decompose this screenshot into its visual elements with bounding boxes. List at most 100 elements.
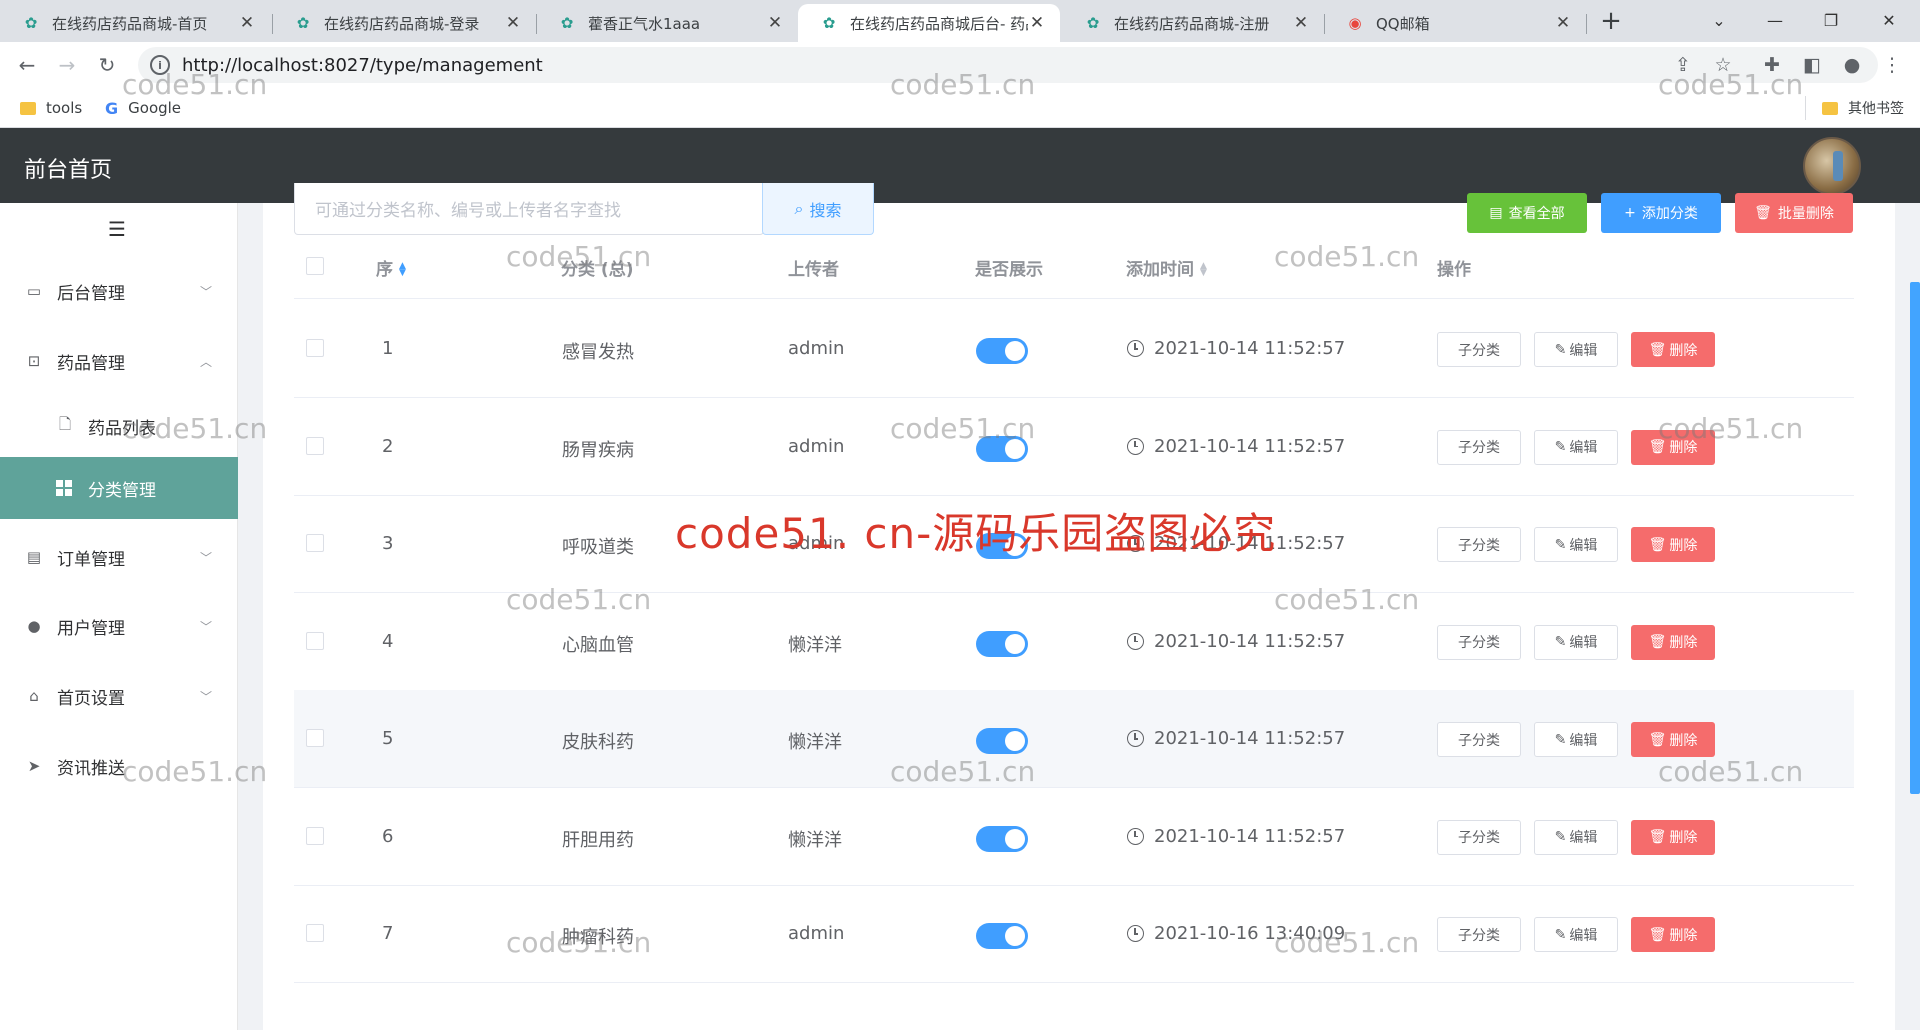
sidebar-item-orders[interactable]: ▤ 订单管理 ﹀ xyxy=(0,529,238,585)
sidebar-item-label: 药品管理 xyxy=(57,353,125,374)
sidebar-item-news-push[interactable]: ➤ 资讯推送 xyxy=(0,738,238,794)
search-input[interactable]: 可通过分类名称、编号或上传者名字查找 xyxy=(294,183,764,235)
table-row[interactable]: 1 感冒发热 admin 2021-10-14 11:52:57 子分类 ✎ 编辑 🗑 删除 xyxy=(294,300,1854,398)
menu-collapse-icon[interactable]: ☰ xyxy=(108,217,126,241)
row-uploader: 懒洋洋 xyxy=(788,732,842,753)
close-window-icon[interactable]: ✕ xyxy=(1866,0,1912,40)
delete-button[interactable]: 🗑 删除 xyxy=(1631,332,1715,367)
more-menu-icon[interactable]: ⋮ xyxy=(1877,50,1907,80)
close-tab-icon[interactable]: ✕ xyxy=(1028,13,1046,33)
add-category-button[interactable]: + 添加分类 xyxy=(1601,193,1721,233)
delete-button[interactable]: 🗑 删除 xyxy=(1631,429,1715,465)
row-checkbox[interactable] xyxy=(306,729,324,747)
trash-icon: 🗑 xyxy=(1648,341,1667,358)
browser-tab[interactable]: ✿ 在线药店药品商城-首页 ✕ xyxy=(0,4,270,42)
close-tab-icon[interactable]: ✕ xyxy=(504,13,522,33)
table-row[interactable]: 7 肿瘤科药 admin 2021-10-16 13:40:09 子分类 ✎ 编辑 🗑 删除 xyxy=(294,885,1854,983)
edit-button[interactable]: ✎ 编辑 xyxy=(1534,527,1618,562)
profile-icon[interactable]: ● xyxy=(1837,50,1867,80)
batch-delete-button[interactable]: 🗑 批量删除 xyxy=(1735,193,1853,233)
close-tab-icon[interactable]: ✕ xyxy=(238,13,256,33)
row-checkbox[interactable] xyxy=(306,534,324,552)
forward-icon[interactable]: → xyxy=(52,50,82,80)
plus-icon: + xyxy=(1624,205,1636,221)
sidebar-item-medicine-list[interactable]: 🗋 药品列表 xyxy=(0,398,238,454)
browser-tab[interactable]: ✿ 在线药店药品商城-登录 ✕ xyxy=(272,4,536,42)
share-icon[interactable]: ⇪ xyxy=(1668,50,1698,80)
table-row[interactable]: 6 肝胆用药 懒洋洋 2021-10-14 11:52:57 子分类 ✎ 编辑 🗑 删除 xyxy=(294,788,1854,886)
search-button[interactable]: ⌕ 搜索 xyxy=(762,183,874,235)
sidebar-item-category[interactable]: 分类管理 xyxy=(0,457,238,519)
sub-category-button[interactable]: 子分类 xyxy=(1437,722,1521,757)
close-tab-icon[interactable]: ✕ xyxy=(1554,13,1572,33)
row-checkbox[interactable] xyxy=(306,631,324,650)
table-row[interactable]: 2 肠胃疾病 admin 2021-10-14 11:52:57 子分类 ✎ 编辑 🗑 删除 xyxy=(294,398,1854,496)
edit-button[interactable]: ✎ 编辑 xyxy=(1534,429,1618,465)
scrollbar[interactable] xyxy=(1910,282,1920,794)
sort-icon[interactable]: ▲ ▼ xyxy=(399,262,411,278)
extensions-icon[interactable]: ✚ xyxy=(1757,50,1787,80)
address-bar[interactable]: i http://localhost:8027/type/management xyxy=(138,47,1878,83)
edit-button[interactable]: ✎ 编辑 xyxy=(1534,819,1618,855)
sidebar-item-home-settings[interactable]: ⌂ 首页设置 ﹀ xyxy=(0,668,238,724)
bookmark-tools[interactable]: tools xyxy=(20,96,82,120)
browser-tab-active[interactable]: ✿ 在线药店药品商城后台- 药品 ✕ xyxy=(798,4,1060,42)
delete-button[interactable]: 🗑 删除 xyxy=(1631,819,1715,855)
site-info-icon[interactable]: i xyxy=(150,55,170,75)
delete-button[interactable]: 🗑 删除 xyxy=(1631,722,1715,757)
delete-button[interactable]: 🗑 删除 xyxy=(1631,527,1715,562)
reload-icon[interactable]: ↻ xyxy=(92,50,122,80)
show-toggle[interactable] xyxy=(976,923,1028,949)
other-bookmarks[interactable]: 其他书签 xyxy=(1822,96,1904,120)
sub-category-button[interactable]: 子分类 xyxy=(1437,624,1521,660)
edit-button[interactable]: ✎ 编辑 xyxy=(1534,332,1618,367)
close-tab-icon[interactable]: ✕ xyxy=(766,13,784,33)
sidebar-item-admin[interactable]: ▭ 后台管理 ﹀ xyxy=(0,263,238,319)
home-link[interactable]: 前台首页 xyxy=(24,152,112,184)
column-index[interactable]: 序 ▲ ▼ xyxy=(376,255,411,280)
sub-category-button[interactable]: 子分类 xyxy=(1437,917,1521,952)
sidebar-item-medicine[interactable]: ⊡ 药品管理 ︿ xyxy=(0,333,238,389)
tab-search-icon[interactable]: ⌄ xyxy=(1696,0,1742,40)
select-all-checkbox[interactable] xyxy=(306,257,324,275)
new-tab-button[interactable]: + xyxy=(1596,6,1626,36)
show-toggle[interactable] xyxy=(976,630,1028,657)
show-toggle[interactable] xyxy=(976,728,1028,754)
show-toggle[interactable] xyxy=(976,338,1028,364)
sub-category-button[interactable]: 子分类 xyxy=(1437,429,1521,465)
delete-button[interactable]: 🗑 删除 xyxy=(1631,624,1715,660)
browser-tab[interactable]: ✿ 藿香正气水1aaa ✕ xyxy=(536,4,798,42)
bookmark-google[interactable]: G Google xyxy=(105,96,181,120)
minimize-icon[interactable]: — xyxy=(1752,0,1798,40)
content-panel: 可通过分类名称、编号或上传者名字查找 ⌕ 搜索 ▤ 查看全部 + 添加分类 🗑 … xyxy=(263,183,1895,1030)
table-row[interactable]: 4 心脑血管 懒洋洋 2021-10-14 11:52:57 子分类 ✎ 编辑 🗑 删除 xyxy=(294,593,1854,691)
show-toggle[interactable] xyxy=(976,435,1028,462)
browser-tab[interactable]: ✿ 在线药店药品商城-注册 ✕ xyxy=(1062,4,1324,42)
column-time[interactable]: 添加时间 ▲ ▼ xyxy=(1126,255,1212,280)
browser-tab[interactable]: ◉ QQ邮箱 ✕ xyxy=(1324,4,1586,42)
delete-button[interactable]: 🗑 删除 xyxy=(1631,917,1715,952)
show-toggle[interactable] xyxy=(976,825,1028,852)
row-checkbox[interactable] xyxy=(306,826,324,845)
sub-category-button[interactable]: 子分类 xyxy=(1437,819,1521,855)
view-all-button[interactable]: ▤ 查看全部 xyxy=(1467,193,1587,233)
edit-button[interactable]: ✎ 编辑 xyxy=(1534,917,1618,952)
sort-icon[interactable]: ▲ ▼ xyxy=(1200,262,1212,278)
edit-button[interactable]: ✎ 编辑 xyxy=(1534,722,1618,757)
bookmark-star-icon[interactable]: ☆ xyxy=(1708,50,1738,80)
edit-button[interactable]: ✎ 编辑 xyxy=(1534,624,1618,660)
sub-category-button[interactable]: 子分类 xyxy=(1437,527,1521,562)
restore-icon[interactable]: ❐ xyxy=(1808,0,1854,40)
table-row[interactable]: 5 皮肤科药 懒洋洋 2021-10-14 11:52:57 子分类 ✎ 编辑 🗑 删除 xyxy=(294,690,1854,788)
row-checkbox[interactable] xyxy=(306,924,324,942)
site-favicon-icon: ✿ xyxy=(296,14,310,32)
side-panel-icon[interactable]: ◧ xyxy=(1797,50,1827,80)
sidebar-item-users[interactable]: ● 用户管理 ﹀ xyxy=(0,598,238,654)
back-icon[interactable]: ← xyxy=(12,50,42,80)
sub-category-button[interactable]: 子分类 xyxy=(1437,332,1521,367)
bookmark-divider xyxy=(1805,96,1806,120)
close-tab-icon[interactable]: ✕ xyxy=(1292,13,1310,33)
row-checkbox[interactable] xyxy=(306,339,324,357)
row-checkbox[interactable] xyxy=(306,436,324,455)
avatar[interactable] xyxy=(1803,137,1861,195)
